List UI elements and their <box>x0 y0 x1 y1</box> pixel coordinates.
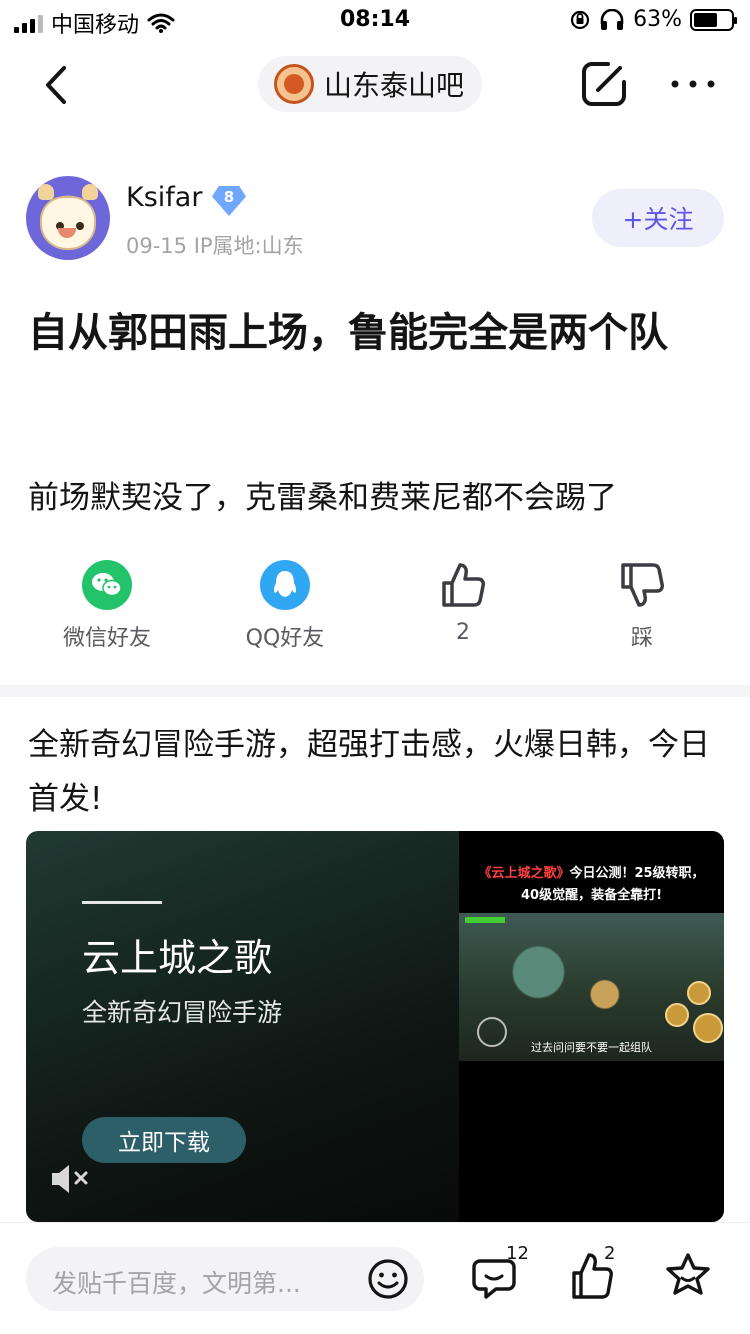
share-wechat-button[interactable]: 微信好友 <box>22 560 192 652</box>
headphones-icon <box>600 8 624 30</box>
post-body: 前场默契没了，克雷桑和费莱尼都不会踢了 <box>28 480 617 516</box>
game-screenshot: 过去问问要不要一起组队 <box>459 913 724 1061</box>
status-right: 63% <box>569 7 737 32</box>
ad-subtitle: 全新奇幻冒险手游 <box>82 998 283 1027</box>
post-meta: 09-15 IP属地:山东 <box>126 234 304 258</box>
forum-name: 山东泰山吧 <box>324 69 465 102</box>
ad-caption-line2: 40级觉醒，装备全靠打! <box>520 888 663 903</box>
rotation-lock-icon <box>570 10 590 29</box>
edit-post-button[interactable] <box>578 58 630 110</box>
status-bar: 中国移动 08:14 63% <box>0 0 750 42</box>
thumbs-down-icon <box>617 560 667 610</box>
share-row: 微信好友 QQ好友 2 踩 <box>0 560 750 660</box>
bottom-like-count: 2 <box>604 1243 616 1264</box>
ad-shot-caption: 过去问问要不要一起组队 <box>531 1041 652 1054</box>
comment-placeholder: 发贴千百度，文明第... <box>52 1269 301 1298</box>
share-qq-label: QQ好友 <box>245 626 325 651</box>
share-qq-button[interactable]: QQ好友 <box>200 560 370 652</box>
qq-icon <box>260 560 310 610</box>
author-name[interactable]: Ksifar <box>126 182 202 213</box>
ad-caption-highlight: 《云上城之歌》 <box>478 866 570 881</box>
nav-bar: 山东泰山吧 <box>0 50 750 120</box>
skill-button <box>687 981 711 1005</box>
ad-video-panel: 《云上城之歌》今日公测！25级转职， 40级觉醒，装备全靠打! 过去问问要不要一… <box>459 831 724 1222</box>
comment-input[interactable]: 发贴千百度，文明第... <box>26 1247 424 1311</box>
more-dots-icon <box>671 80 715 88</box>
wechat-icon <box>82 560 132 610</box>
mute-button[interactable] <box>48 1161 92 1197</box>
author-row: Ksifar 8 09-15 IP属地:山东 +关注 <box>26 176 726 264</box>
avatar[interactable] <box>26 176 110 260</box>
ad-decor-line <box>82 901 162 904</box>
like-button[interactable]: 2 <box>378 560 548 645</box>
emoji-button[interactable] <box>366 1257 410 1301</box>
like-count: 2 <box>456 620 470 645</box>
dislike-label: 踩 <box>630 626 653 651</box>
bottom-bar: 发贴千百度，文明第... 12 2 <box>0 1222 750 1334</box>
forum-logo <box>274 64 314 104</box>
chevron-left-icon <box>46 66 66 104</box>
more-button[interactable] <box>668 64 718 104</box>
ad-title[interactable]: 全新奇幻冒险手游，超强打击感，火爆日韩，今日首发! <box>28 718 722 826</box>
follow-button[interactable]: +关注 <box>592 189 724 247</box>
edit-icon <box>582 62 626 106</box>
favorite-button[interactable] <box>664 1251 724 1307</box>
battery-percent: 63% <box>633 7 682 32</box>
hp-bar <box>465 917 505 923</box>
ad-card[interactable]: 云上城之歌 全新奇幻冒险手游 立即下载 《云上城之歌》今日公测！25级转职， 4… <box>26 831 724 1222</box>
battery-icon <box>690 8 737 31</box>
share-wechat-label: 微信好友 <box>62 626 151 651</box>
ad-caption-rest: 今日公测！25级转职， <box>569 866 705 881</box>
forum-pill[interactable]: 山东泰山吧 <box>258 56 483 112</box>
bottom-like-button[interactable]: 2 <box>570 1243 630 1307</box>
smiley-icon <box>368 1259 408 1299</box>
post-title: 自从郭田雨上场，鲁能完全是两个队 <box>28 310 668 356</box>
comment-count: 12 <box>506 1243 529 1264</box>
ad-game-name: 云上城之歌 <box>82 936 273 980</box>
skill-button <box>665 1003 689 1027</box>
thumbs-up-icon <box>438 560 488 610</box>
back-button[interactable] <box>36 60 80 110</box>
star-icon <box>666 1253 710 1295</box>
dislike-button[interactable]: 踩 <box>557 560 727 652</box>
level-badge: 8 <box>212 186 246 216</box>
section-divider <box>0 685 750 697</box>
ad-download-button[interactable]: 立即下载 <box>82 1117 246 1163</box>
ad-caption: 《云上城之歌》今日公测！25级转职， 40级觉醒，装备全靠打! <box>459 863 724 907</box>
comments-button[interactable]: 12 <box>472 1243 532 1307</box>
level-number: 8 <box>223 188 235 206</box>
speaker-muted-icon <box>52 1165 88 1193</box>
